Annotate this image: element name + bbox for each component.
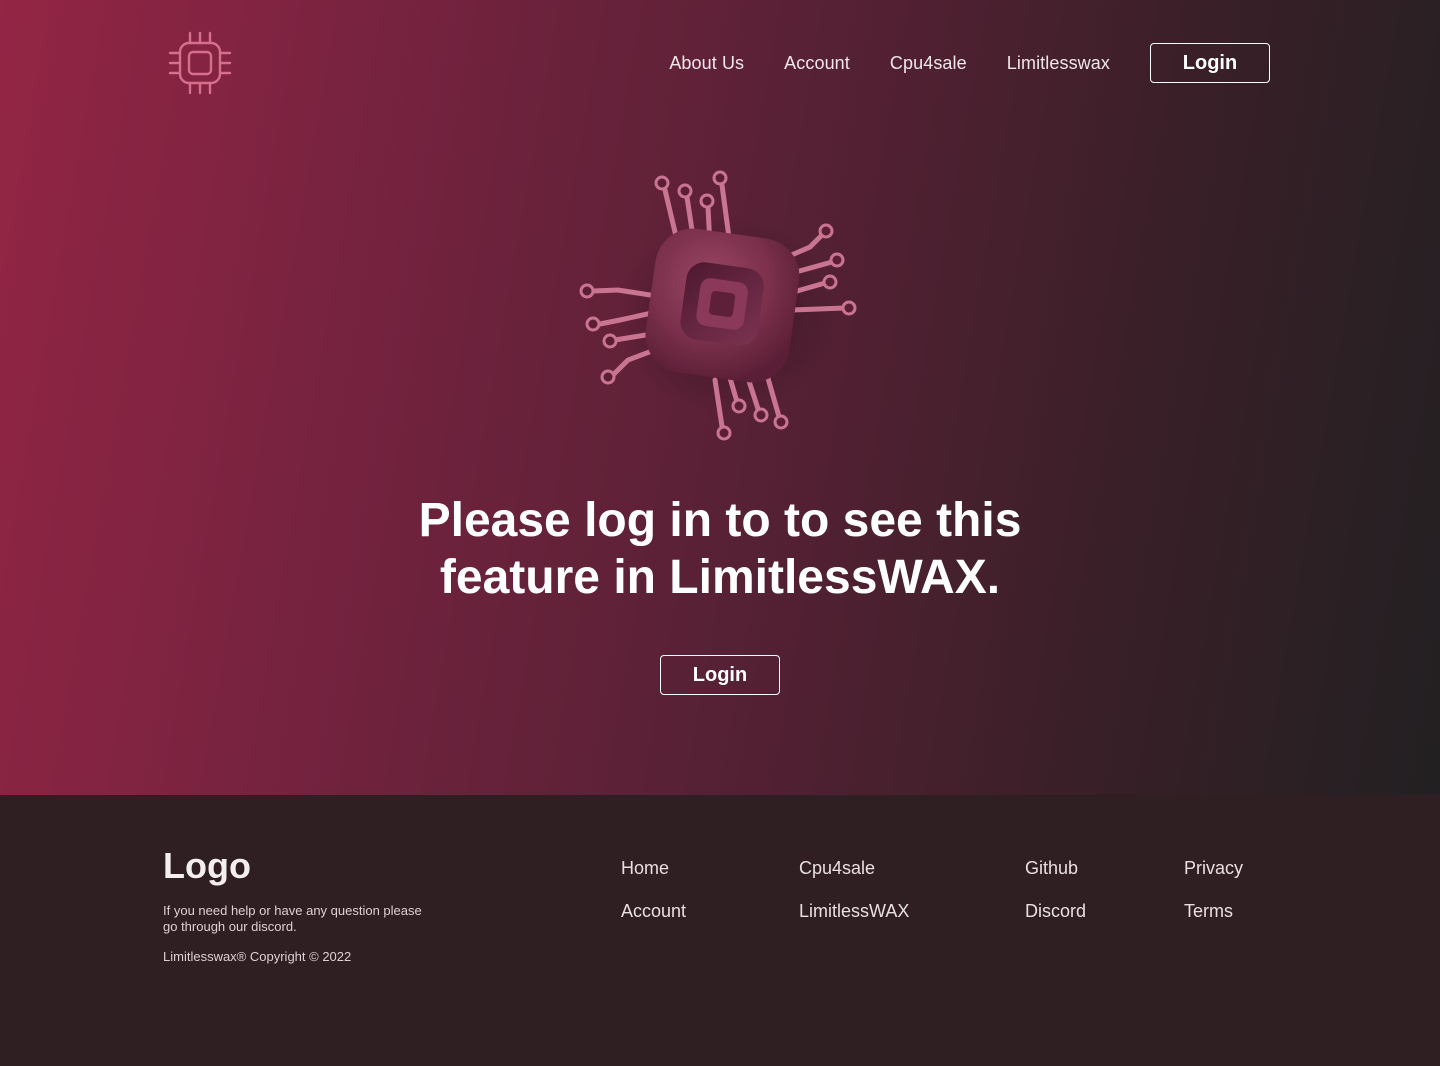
headline-line-1: Please log in to to see this [418, 494, 1022, 547]
hero-login-button[interactable]: Login [660, 655, 780, 695]
footer-column-1: Home Account [621, 858, 686, 944]
footer-link-terms[interactable]: Terms [1184, 901, 1243, 921]
top-nav: About Us Account Cpu4sale Limitlesswax L… [669, 43, 1270, 83]
nav-link-about-us[interactable]: About Us [669, 53, 744, 74]
nav-link-limitlesswax[interactable]: Limitlesswax [1007, 53, 1110, 74]
hero-section: About Us Account Cpu4sale Limitlesswax L… [0, 0, 1440, 795]
footer-link-limitlesswax[interactable]: LimitlessWAX [799, 901, 909, 921]
footer-column-4: Privacy Terms [1184, 858, 1243, 944]
footer-link-github[interactable]: Github [1025, 858, 1086, 878]
header-login-button[interactable]: Login [1150, 43, 1270, 83]
footer-logo[interactable]: Logo [163, 845, 251, 887]
page-title: Please log in to to see this feature in … [0, 492, 1440, 606]
footer-column-2: Cpu4sale LimitlessWAX [799, 858, 909, 944]
footer: Logo If you need help or have any questi… [0, 795, 1440, 1066]
headline-line-2: feature in LimitlessWAX. [439, 551, 1001, 604]
nav-link-cpu4sale[interactable]: Cpu4sale [890, 53, 967, 74]
footer-column-3: Github Discord [1025, 858, 1086, 944]
nav-link-account[interactable]: Account [784, 53, 850, 74]
footer-help-text: If you need help or have any question pl… [163, 903, 422, 934]
cpu-chip-icon[interactable] [168, 31, 232, 95]
footer-link-discord[interactable]: Discord [1025, 901, 1086, 921]
footer-link-account[interactable]: Account [621, 901, 686, 921]
footer-link-home[interactable]: Home [621, 858, 686, 878]
cpu-chip-3d-icon [570, 165, 870, 450]
footer-link-privacy[interactable]: Privacy [1184, 858, 1243, 878]
footer-copyright: Limitlesswax® Copyright © 2022 [163, 949, 352, 964]
footer-link-cpu4sale[interactable]: Cpu4sale [799, 858, 909, 878]
